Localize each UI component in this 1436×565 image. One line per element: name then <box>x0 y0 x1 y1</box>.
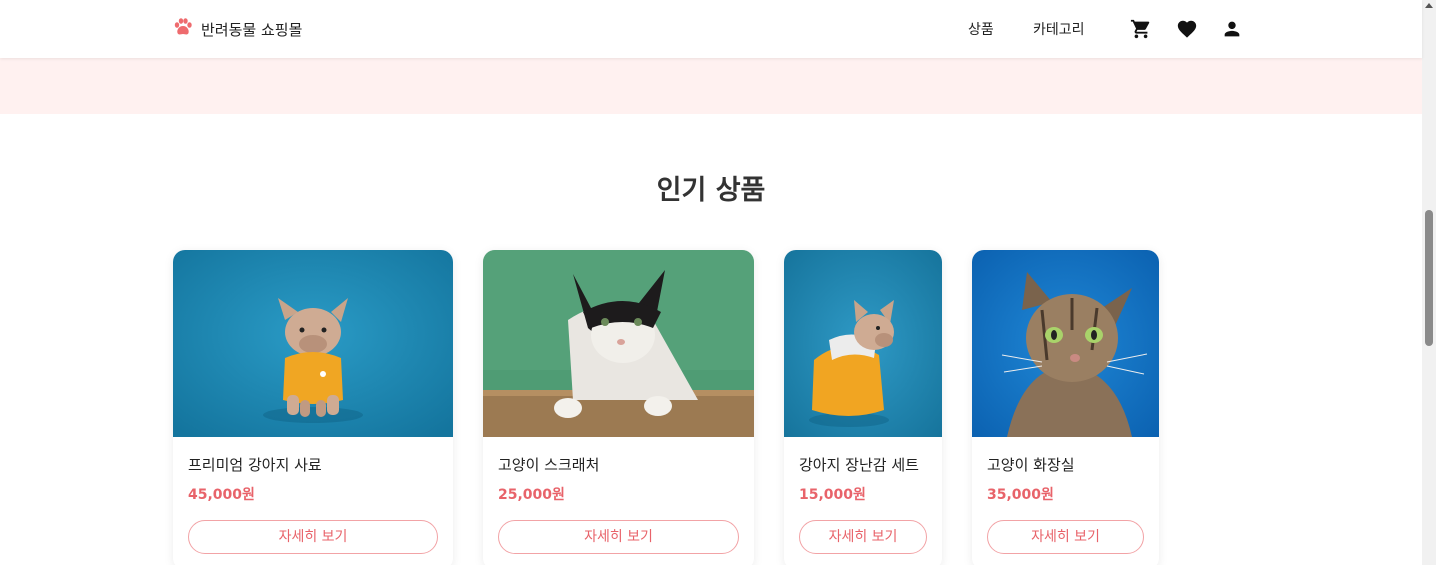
heart-icon[interactable] <box>1176 18 1198 40</box>
nav-products-link[interactable]: 상품 <box>968 19 994 39</box>
page-scrollbar[interactable] <box>1422 0 1436 565</box>
view-details-button[interactable]: 자세히 보기 <box>987 520 1144 554</box>
product-image[interactable] <box>972 250 1159 437</box>
product-price: 35,000원 <box>987 487 1054 503</box>
product-name: 고양이 스크래처 <box>498 456 600 474</box>
view-details-button[interactable]: 자세히 보기 <box>188 520 438 554</box>
product-name: 강아지 장난감 세트 <box>799 456 919 474</box>
product-card[interactable]: 고양이 화장실 35,000원 자세히 보기 <box>972 250 1159 565</box>
view-details-button[interactable]: 자세히 보기 <box>799 520 927 554</box>
product-card[interactable]: 강아지 장난감 세트 15,000원 자세히 보기 <box>784 250 942 565</box>
brand-link[interactable]: 반려동물 쇼핑몰 <box>173 17 302 41</box>
product-card[interactable]: 프리미엄 강아지 사료 45,000원 자세히 보기 <box>173 250 453 565</box>
product-image[interactable] <box>483 250 754 437</box>
product-card[interactable]: 고양이 스크래처 25,000원 자세히 보기 <box>483 250 754 565</box>
section-title: 인기 상품 <box>656 175 766 206</box>
user-icon[interactable] <box>1221 18 1243 40</box>
view-details-button[interactable]: 자세히 보기 <box>498 520 739 554</box>
brand-name: 반려동물 쇼핑몰 <box>201 20 303 39</box>
product-name: 프리미엄 강아지 사료 <box>188 456 322 474</box>
scroll-up-arrow-icon[interactable] <box>1425 3 1433 8</box>
nav-categories-link[interactable]: 카테고리 <box>1033 19 1085 39</box>
product-image[interactable] <box>173 250 453 437</box>
product-price: 15,000원 <box>799 487 866 503</box>
cart-icon[interactable] <box>1130 18 1152 40</box>
product-name: 고양이 화장실 <box>987 456 1075 474</box>
paw-icon <box>173 17 193 41</box>
product-price: 45,000원 <box>188 487 255 503</box>
hero-section-bottom <box>0 58 1422 114</box>
product-image[interactable] <box>784 250 942 437</box>
top-navbar: 반려동물 쇼핑몰 상품 카테고리 <box>0 0 1422 58</box>
scrollbar-thumb[interactable] <box>1425 210 1433 346</box>
product-price: 25,000원 <box>498 487 565 503</box>
